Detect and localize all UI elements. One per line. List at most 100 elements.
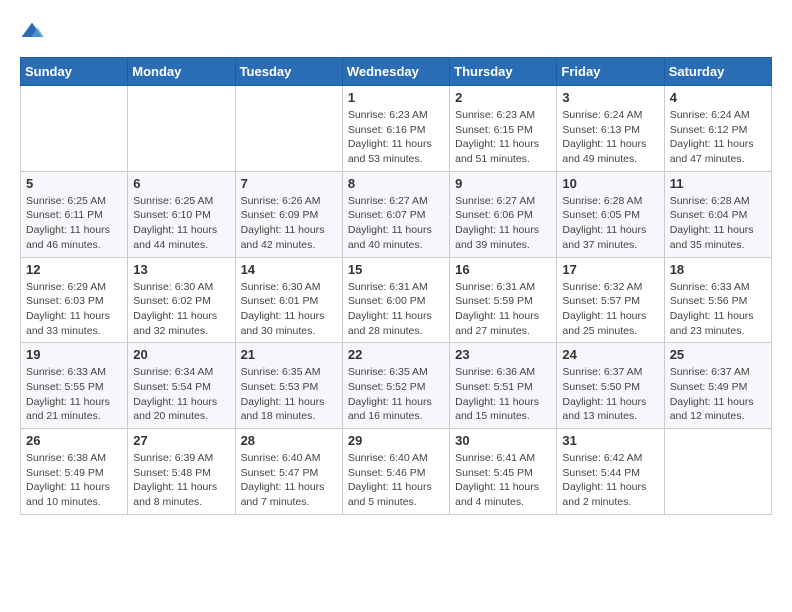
day-number: 19 <box>26 347 122 362</box>
calendar-cell: 24 Sunrise: 6:37 AM Sunset: 5:50 PM Dayli… <box>557 343 664 429</box>
day-number: 24 <box>562 347 658 362</box>
calendar-cell: 3 Sunrise: 6:24 AM Sunset: 6:13 PM Daylig… <box>557 86 664 172</box>
calendar-cell: 31Sunrise: 6:42 AM Sunset: 5:44 PM Dayli… <box>557 429 664 515</box>
calendar-table: SundayMondayTuesdayWednesdayThursdayFrid… <box>20 57 772 515</box>
day-number: 3 <box>562 90 658 105</box>
calendar-cell: 27 Sunrise: 6:39 AM Sunset: 5:48 PM Dayli… <box>128 429 235 515</box>
day-info: Sunrise: 6:36 AM Sunset: 5:51 PM Dayligh… <box>455 365 551 424</box>
day-info: Sunrise: 6:23 AM Sunset: 6:16 PM Dayligh… <box>348 108 444 167</box>
day-info: Sunrise: 6:31 AM Sunset: 6:00 PM Dayligh… <box>348 280 444 339</box>
logo-icon <box>20 21 44 41</box>
day-number: 1 <box>348 90 444 105</box>
calendar-week-row: 5Sunrise: 6:25 AM Sunset: 6:11 PM Daylig… <box>21 171 772 257</box>
day-number: 8 <box>348 176 444 191</box>
day-info: Sunrise: 6:25 AM Sunset: 6:10 PM Dayligh… <box>133 194 229 253</box>
day-number: 7 <box>241 176 337 191</box>
calendar-cell: 12Sunrise: 6:29 AM Sunset: 6:03 PM Dayli… <box>21 257 128 343</box>
calendar-cell: 23 Sunrise: 6:36 AM Sunset: 5:51 PM Dayli… <box>450 343 557 429</box>
day-number: 13 <box>133 262 229 277</box>
day-info: Sunrise: 6:34 AM Sunset: 5:54 PM Dayligh… <box>133 365 229 424</box>
day-number: 9 <box>455 176 551 191</box>
calendar-cell: 7 Sunrise: 6:26 AM Sunset: 6:09 PM Daylig… <box>235 171 342 257</box>
day-info: Sunrise: 6:24 AM Sunset: 6:12 PM Dayligh… <box>670 108 766 167</box>
day-info: Sunrise: 6:24 AM Sunset: 6:13 PM Dayligh… <box>562 108 658 167</box>
day-info: Sunrise: 6:41 AM Sunset: 5:45 PM Dayligh… <box>455 451 551 510</box>
calendar-week-row: 1 Sunrise: 6:23 AM Sunset: 6:16 PM Daylig… <box>21 86 772 172</box>
calendar-cell: 29 Sunrise: 6:40 AM Sunset: 5:46 PM Dayli… <box>342 429 449 515</box>
day-number: 25 <box>670 347 766 362</box>
calendar-cell: 9Sunrise: 6:27 AM Sunset: 6:06 PM Daylig… <box>450 171 557 257</box>
day-of-week-header: Thursday <box>450 58 557 86</box>
calendar-cell: 30 Sunrise: 6:41 AM Sunset: 5:45 PM Dayli… <box>450 429 557 515</box>
calendar-cell: 25 Sunrise: 6:37 AM Sunset: 5:49 PM Dayli… <box>664 343 771 429</box>
calendar-cell: 14 Sunrise: 6:30 AM Sunset: 6:01 PM Dayli… <box>235 257 342 343</box>
calendar-cell <box>128 86 235 172</box>
day-number: 17 <box>562 262 658 277</box>
calendar-cell: 4 Sunrise: 6:24 AM Sunset: 6:12 PM Daylig… <box>664 86 771 172</box>
day-info: Sunrise: 6:27 AM Sunset: 6:07 PM Dayligh… <box>348 194 444 253</box>
day-info: Sunrise: 6:26 AM Sunset: 6:09 PM Dayligh… <box>241 194 337 253</box>
day-info: Sunrise: 6:37 AM Sunset: 5:50 PM Dayligh… <box>562 365 658 424</box>
calendar-week-row: 26 Sunrise: 6:38 AM Sunset: 5:49 PM Dayli… <box>21 429 772 515</box>
day-number: 29 <box>348 433 444 448</box>
page-header <box>20 20 772 41</box>
day-info: Sunrise: 6:35 AM Sunset: 5:53 PM Dayligh… <box>241 365 337 424</box>
calendar-cell: 17 Sunrise: 6:32 AM Sunset: 5:57 PM Dayli… <box>557 257 664 343</box>
day-info: Sunrise: 6:40 AM Sunset: 5:47 PM Dayligh… <box>241 451 337 510</box>
day-number: 22 <box>348 347 444 362</box>
day-number: 28 <box>241 433 337 448</box>
calendar-cell: 11Sunrise: 6:28 AM Sunset: 6:04 PM Dayli… <box>664 171 771 257</box>
calendar-cell: 2 Sunrise: 6:23 AM Sunset: 6:15 PM Daylig… <box>450 86 557 172</box>
logo <box>20 20 48 41</box>
calendar-cell <box>664 429 771 515</box>
calendar-cell: 28 Sunrise: 6:40 AM Sunset: 5:47 PM Dayli… <box>235 429 342 515</box>
calendar-header-row: SundayMondayTuesdayWednesdayThursdayFrid… <box>21 58 772 86</box>
day-number: 27 <box>133 433 229 448</box>
day-of-week-header: Tuesday <box>235 58 342 86</box>
calendar-cell <box>21 86 128 172</box>
day-of-week-header: Saturday <box>664 58 771 86</box>
day-number: 2 <box>455 90 551 105</box>
day-info: Sunrise: 6:32 AM Sunset: 5:57 PM Dayligh… <box>562 280 658 339</box>
calendar-cell: 13 Sunrise: 6:30 AM Sunset: 6:02 PM Dayli… <box>128 257 235 343</box>
calendar-cell: 5Sunrise: 6:25 AM Sunset: 6:11 PM Daylig… <box>21 171 128 257</box>
calendar-cell: 8 Sunrise: 6:27 AM Sunset: 6:07 PM Daylig… <box>342 171 449 257</box>
day-info: Sunrise: 6:37 AM Sunset: 5:49 PM Dayligh… <box>670 365 766 424</box>
day-number: 20 <box>133 347 229 362</box>
calendar-cell: 16 Sunrise: 6:31 AM Sunset: 5:59 PM Dayli… <box>450 257 557 343</box>
day-of-week-header: Friday <box>557 58 664 86</box>
day-number: 30 <box>455 433 551 448</box>
day-number: 18 <box>670 262 766 277</box>
day-info: Sunrise: 6:39 AM Sunset: 5:48 PM Dayligh… <box>133 451 229 510</box>
calendar-cell: 15 Sunrise: 6:31 AM Sunset: 6:00 PM Dayli… <box>342 257 449 343</box>
day-info: Sunrise: 6:30 AM Sunset: 6:02 PM Dayligh… <box>133 280 229 339</box>
calendar-week-row: 12Sunrise: 6:29 AM Sunset: 6:03 PM Dayli… <box>21 257 772 343</box>
day-number: 26 <box>26 433 122 448</box>
day-number: 21 <box>241 347 337 362</box>
day-of-week-header: Monday <box>128 58 235 86</box>
calendar-cell: 19 Sunrise: 6:33 AM Sunset: 5:55 PM Dayli… <box>21 343 128 429</box>
day-number: 14 <box>241 262 337 277</box>
calendar-cell: 1 Sunrise: 6:23 AM Sunset: 6:16 PM Daylig… <box>342 86 449 172</box>
calendar-week-row: 19 Sunrise: 6:33 AM Sunset: 5:55 PM Dayli… <box>21 343 772 429</box>
day-info: Sunrise: 6:29 AM Sunset: 6:03 PM Dayligh… <box>26 280 122 339</box>
calendar-cell: 10Sunrise: 6:28 AM Sunset: 6:05 PM Dayli… <box>557 171 664 257</box>
day-number: 15 <box>348 262 444 277</box>
day-number: 4 <box>670 90 766 105</box>
day-of-week-header: Wednesday <box>342 58 449 86</box>
day-info: Sunrise: 6:28 AM Sunset: 6:05 PM Dayligh… <box>562 194 658 253</box>
day-info: Sunrise: 6:35 AM Sunset: 5:52 PM Dayligh… <box>348 365 444 424</box>
day-info: Sunrise: 6:40 AM Sunset: 5:46 PM Dayligh… <box>348 451 444 510</box>
day-info: Sunrise: 6:42 AM Sunset: 5:44 PM Dayligh… <box>562 451 658 510</box>
day-info: Sunrise: 6:31 AM Sunset: 5:59 PM Dayligh… <box>455 280 551 339</box>
day-info: Sunrise: 6:30 AM Sunset: 6:01 PM Dayligh… <box>241 280 337 339</box>
day-of-week-header: Sunday <box>21 58 128 86</box>
day-number: 23 <box>455 347 551 362</box>
day-number: 16 <box>455 262 551 277</box>
day-info: Sunrise: 6:38 AM Sunset: 5:49 PM Dayligh… <box>26 451 122 510</box>
day-info: Sunrise: 6:33 AM Sunset: 5:55 PM Dayligh… <box>26 365 122 424</box>
day-number: 5 <box>26 176 122 191</box>
day-info: Sunrise: 6:23 AM Sunset: 6:15 PM Dayligh… <box>455 108 551 167</box>
calendar-cell <box>235 86 342 172</box>
day-number: 6 <box>133 176 229 191</box>
